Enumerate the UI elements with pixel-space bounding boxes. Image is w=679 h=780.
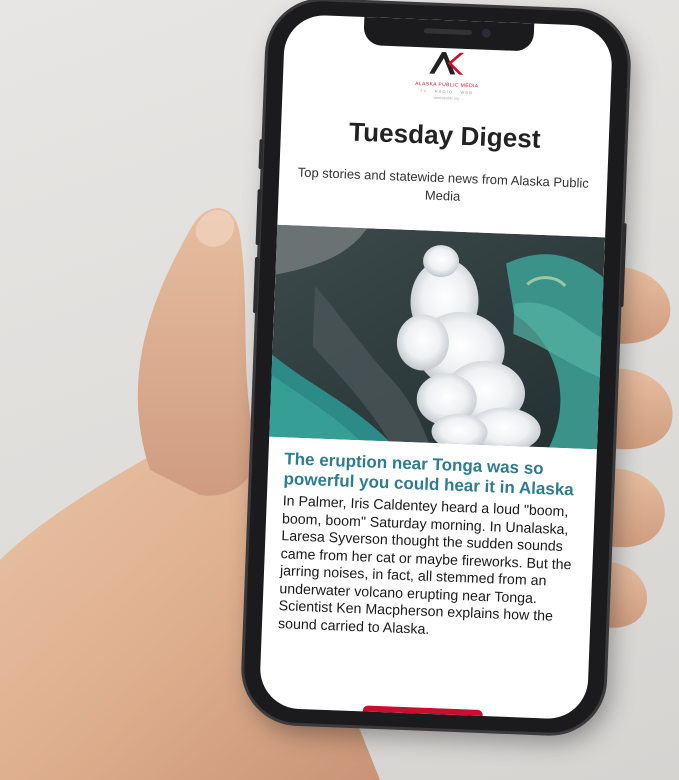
digest-tagline: Top stories and statewide news from Alas… [297, 164, 590, 204]
volume-down-button [252, 256, 260, 314]
volume-up-button [255, 189, 262, 246]
phone-frame: ALASKA PUBLIC MEDIA TV · RADIO · WEB ala… [242, 0, 630, 735]
story-summary: In Palmer, Iris Caldentey heard a loud "… [277, 493, 572, 638]
front-camera [481, 28, 492, 38]
cta-button-partial[interactable] [362, 705, 483, 721]
ak-logo-icon [429, 52, 465, 75]
story-headline-link[interactable]: The eruption near Tonga was so powerful … [283, 449, 580, 500]
speaker-grille [423, 28, 472, 36]
mute-switch [258, 139, 264, 170]
digest-title: Tuesday Digest [348, 116, 542, 154]
phone-screen[interactable]: ALASKA PUBLIC MEDIA TV · RADIO · WEB ala… [258, 13, 614, 721]
story-hero-image[interactable] [269, 224, 606, 450]
